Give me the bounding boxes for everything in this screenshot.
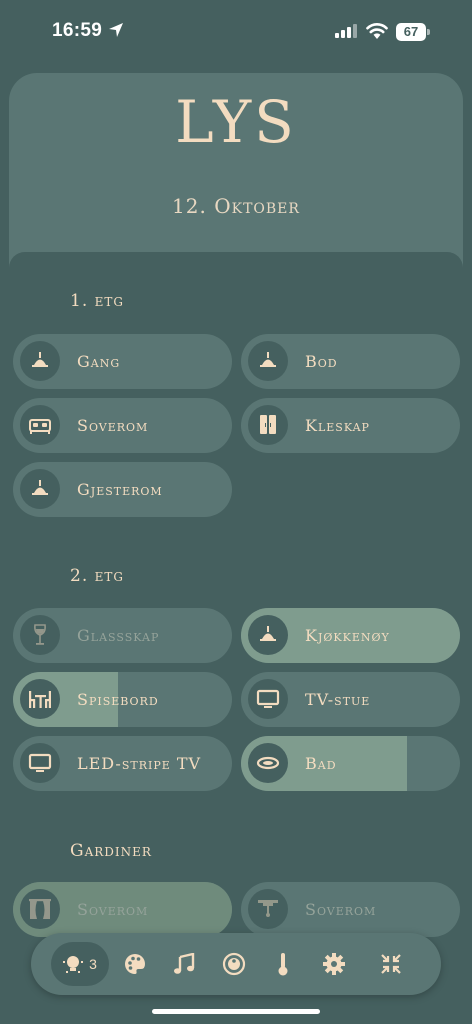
section-title-1-etg: 1. etg — [70, 291, 124, 311]
tile-icon-circle — [20, 889, 60, 929]
nav-lights-count: 3 — [89, 956, 97, 972]
page-date: 12. Oktober — [172, 194, 300, 218]
tile-label: LED-stripe TV — [77, 754, 202, 773]
tile-label: Glassskap — [77, 626, 160, 645]
tile-icon-circle — [20, 679, 60, 719]
ceiling-lamp-icon — [32, 480, 48, 495]
lights-icon — [63, 956, 84, 973]
nav-collapse-button[interactable] — [379, 933, 403, 995]
ceiling-lamp-icon — [260, 626, 276, 641]
tile-label: Gjesterom — [77, 480, 163, 499]
tile-label: Gang — [77, 352, 121, 371]
tile-blind-soverom[interactable]: Soverom — [241, 882, 460, 937]
tile-label: Soverom — [77, 416, 149, 435]
tile-icon-circle — [20, 341, 60, 381]
wifi-icon — [366, 23, 388, 39]
tile-label: Soverom — [305, 900, 377, 919]
section-title-2-etg: 2. etg — [70, 566, 124, 586]
status-time: 16:59 — [52, 20, 103, 41]
tile-label: Bod — [305, 352, 338, 371]
curtains-icon — [29, 899, 51, 919]
wine-glass-icon — [34, 624, 46, 645]
status-bar: 16:59 67 — [0, 0, 472, 62]
bottom-nav: 3 — [31, 933, 441, 995]
tv-icon — [256, 689, 280, 708]
nav-settings-button[interactable] — [322, 933, 346, 995]
collapse-icon — [381, 954, 401, 974]
tile-icon-circle — [20, 615, 60, 655]
tile-label: TV-stue — [305, 690, 371, 709]
tile-icon-circle — [20, 469, 60, 509]
tile-tv-stue[interactable]: TV-stue — [241, 672, 460, 727]
tile-led-stripe-tv[interactable]: LED-stripe TV — [13, 736, 232, 791]
tile-bad[interactable]: Bad — [241, 736, 460, 791]
page-title: LYS — [175, 88, 297, 156]
tile-kjokkenoy[interactable]: Kjøkkenøy — [241, 608, 460, 663]
tile-gjesterom[interactable]: Gjesterom — [13, 462, 232, 517]
tile-icon-circle — [248, 889, 288, 929]
nav-lights-button[interactable]: 3 — [51, 942, 109, 986]
tile-bod[interactable]: Bod — [241, 334, 460, 389]
tile-icon-circle — [20, 405, 60, 445]
tile-icon-circle — [248, 743, 288, 783]
tile-soverom[interactable]: Soverom — [13, 398, 232, 453]
battery-icon: 67 — [396, 23, 430, 41]
tile-icon-circle — [20, 743, 60, 783]
blind-icon — [258, 900, 278, 917]
location-arrow-icon — [109, 23, 123, 37]
battery-level: 67 — [403, 24, 419, 39]
tile-icon-circle — [248, 405, 288, 445]
nav-music-button[interactable] — [172, 933, 196, 995]
tile-label: Bad — [305, 754, 337, 773]
cellular-signal-icon — [335, 24, 357, 38]
music-icon — [174, 953, 195, 974]
tile-icon-circle — [248, 615, 288, 655]
bed-icon — [29, 419, 51, 434]
settings-icon — [323, 953, 345, 975]
palette-icon — [125, 954, 145, 974]
wardrobe-icon — [260, 415, 276, 434]
nav-palette-button[interactable] — [123, 933, 147, 995]
tv-icon — [28, 753, 52, 772]
nav-climate-button[interactable] — [273, 933, 293, 995]
ceiling-ring-icon — [256, 756, 280, 770]
tile-icon-circle — [248, 341, 288, 381]
tile-label: Soverom — [77, 900, 149, 919]
dining-table-icon — [29, 691, 51, 708]
tile-kleskap[interactable]: Kleskap — [241, 398, 460, 453]
tile-glassskap[interactable]: Glassskap — [13, 608, 232, 663]
tile-label: Spisebord — [77, 690, 159, 709]
robot-vacuum-icon — [222, 952, 246, 976]
tile-spisebord[interactable]: Spisebord — [13, 672, 232, 727]
tile-gardin-soverom[interactable]: Soverom — [13, 882, 232, 937]
nav-vacuum-button[interactable] — [221, 933, 247, 995]
tile-icon-circle — [248, 679, 288, 719]
tile-gang[interactable]: Gang — [13, 334, 232, 389]
ceiling-lamp-icon — [260, 352, 276, 367]
tile-label: Kleskap — [305, 416, 370, 435]
section-title-gardiner: Gardiner — [70, 841, 152, 861]
ceiling-lamp-icon — [32, 352, 48, 367]
tile-label: Kjøkkenøy — [305, 626, 390, 645]
thermometer-icon — [278, 953, 288, 976]
home-indicator — [152, 1009, 320, 1014]
